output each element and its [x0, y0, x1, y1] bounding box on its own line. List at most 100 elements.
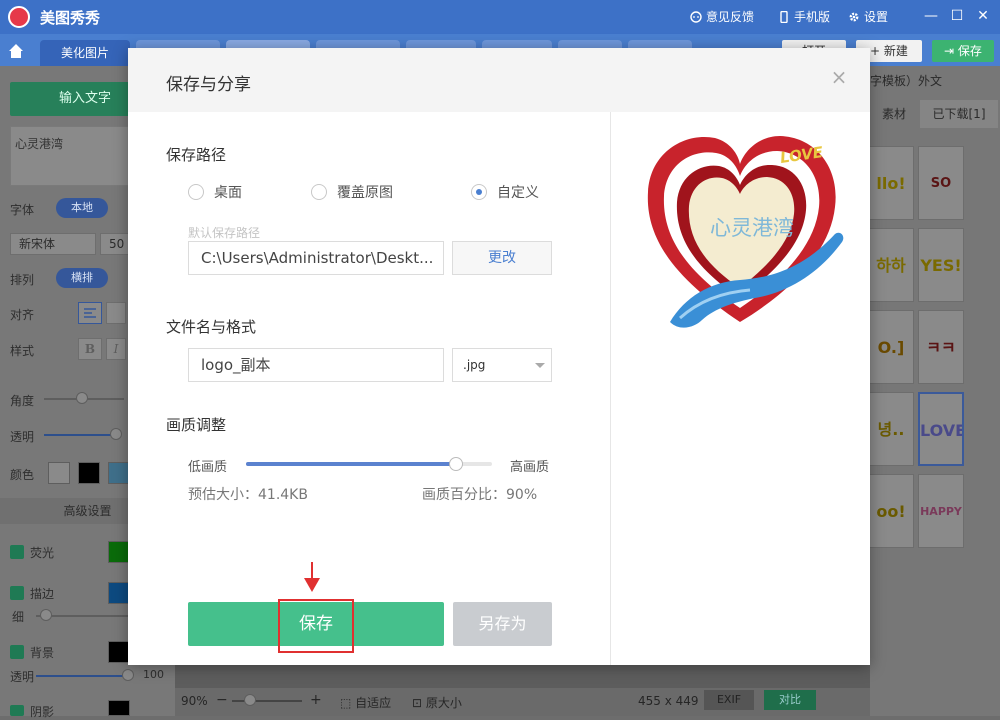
opacity-slider-knob[interactable] [110, 428, 122, 440]
top-save-label: 保存 [957, 44, 982, 58]
gear-icon [848, 11, 860, 23]
tab-downloaded[interactable]: 已下载[1] [920, 100, 998, 128]
feedback-link[interactable]: 意见反馈 [690, 8, 754, 25]
minimize-button[interactable]: — [920, 6, 942, 26]
maximize-button[interactable]: ☐ [946, 6, 968, 26]
save-path-title: 保存路径 [166, 146, 227, 164]
fit-button[interactable]: ⬚ 自适应 [340, 694, 391, 711]
color-label: 颜色 [10, 468, 35, 482]
opacity-label: 透明 [10, 430, 35, 444]
sticker-thumb[interactable]: 녕.. [868, 392, 914, 466]
change-path-button[interactable]: 更改 [452, 241, 552, 275]
align-label: 对齐 [10, 308, 35, 322]
stroke-color-swatch[interactable] [108, 582, 130, 604]
option-desktop[interactable]: 桌面 [188, 182, 242, 202]
sticker-thumb[interactable]: oo! [868, 474, 914, 548]
save-as-button[interactable]: 另存为 [453, 602, 552, 646]
plus-icon: + [870, 44, 884, 58]
original-size-label: 原大小 [425, 696, 462, 710]
sticker-thumb[interactable]: ㅋㅋㅋ [918, 310, 964, 384]
font-source-pill[interactable]: 本地 [56, 198, 108, 218]
sticker-thumb[interactable]: SO HOT [918, 146, 964, 220]
radio-desktop[interactable] [188, 184, 204, 200]
bold-button[interactable]: B [78, 338, 102, 360]
bg-opacity-slider-fill [36, 675, 126, 677]
template-category-label[interactable]: 字模板）外文 [870, 72, 1000, 89]
quality-percent: 画质百分比：90% [422, 487, 538, 503]
shadow-checkbox[interactable] [10, 705, 24, 716]
dialog-title: 保存与分享 [166, 75, 251, 95]
stroke-slider-knob[interactable] [40, 609, 52, 621]
italic-button[interactable]: I [106, 338, 126, 360]
shadow-color-swatch[interactable] [108, 700, 130, 716]
color-swatch-black[interactable] [78, 462, 100, 484]
quality-slider-fill [246, 462, 456, 466]
radio-overwrite[interactable] [311, 184, 327, 200]
save-share-dialog: 保存与分享 × 保存路径 桌面 覆盖原图 自定义 默认保存路径 C:\Users… [128, 48, 870, 665]
format-select-value: .jpg [463, 358, 486, 372]
filename-input[interactable]: logo_副本 [188, 348, 444, 382]
angle-slider-knob[interactable] [76, 392, 88, 404]
sticker-thumb[interactable]: HAPPY [918, 474, 964, 548]
feedback-label: 意见反馈 [706, 10, 755, 24]
top-save-button[interactable]: ⇥ 保存 [932, 40, 994, 62]
save-path-input[interactable]: C:\Users\Administrator\Deskt... [188, 241, 444, 275]
align-left-icon[interactable] [78, 302, 102, 324]
close-window-button[interactable]: ✕ [972, 6, 994, 26]
original-size-button[interactable]: ⊡ 原大小 [412, 694, 462, 711]
option-custom[interactable]: 自定义 [471, 182, 539, 202]
compare-button[interactable]: 对比 [764, 690, 816, 710]
settings-link[interactable]: 设置 [848, 8, 888, 25]
exif-button[interactable]: EXIF [704, 690, 754, 710]
tab-material[interactable]: 素材 [870, 100, 918, 128]
zoom-in-icon[interactable]: + [310, 692, 322, 708]
sticker-thumb[interactable]: llo! [868, 146, 914, 220]
color-swatch-white[interactable] [48, 462, 70, 484]
dialog-divider [610, 112, 611, 665]
font-name-select[interactable]: 新宋体 [10, 233, 96, 255]
home-icon[interactable] [4, 40, 28, 62]
original-size-icon: ⊡ [412, 696, 426, 710]
bg-opacity-slider-knob[interactable] [122, 669, 134, 681]
format-select[interactable]: .jpg [452, 348, 552, 382]
quality-slider-knob[interactable] [449, 457, 463, 471]
annotation-arrow-head [304, 578, 320, 592]
option-custom-label: 自定义 [497, 185, 539, 201]
zoom-slider-track[interactable] [232, 700, 302, 702]
zoom-slider-knob[interactable] [244, 694, 256, 706]
option-overwrite[interactable]: 覆盖原图 [311, 182, 393, 202]
background-label: 背景 [30, 646, 55, 660]
app-logo [8, 6, 30, 28]
radio-custom[interactable] [471, 184, 487, 200]
font-size-field[interactable]: 50 [100, 233, 130, 255]
mobile-link[interactable]: 手机版 [778, 8, 830, 25]
glow-color-swatch[interactable] [108, 541, 130, 563]
thin-label: 细 [12, 610, 25, 624]
layout-horizontal-pill[interactable]: 横排 [56, 268, 108, 288]
sticker-thumb-selected[interactable]: LOVE [918, 392, 964, 466]
glow-checkbox[interactable] [10, 545, 24, 559]
bg-opacity-label: 透明 [10, 670, 35, 684]
annotation-highlight-box [278, 599, 354, 653]
align-center-icon[interactable] [106, 302, 126, 324]
opacity-slider-fill [44, 434, 116, 436]
background-color-swatch[interactable] [108, 641, 130, 663]
sticker-thumb[interactable]: 하하 [868, 228, 914, 302]
layout-label: 排列 [10, 273, 35, 287]
new-label: 新建 [883, 44, 908, 58]
tab-beautify[interactable]: 美化图片 [40, 40, 130, 66]
color-swatch-blue[interactable] [108, 462, 130, 484]
font-label: 字体 [10, 203, 35, 217]
chevron-down-icon [535, 363, 545, 368]
preview-image: 心灵港湾 LOVE [640, 122, 850, 342]
style-label: 样式 [10, 344, 35, 358]
zoom-out-icon[interactable]: − [216, 692, 228, 708]
sticker-thumb[interactable]: O.] [868, 310, 914, 384]
close-icon[interactable]: × [830, 67, 848, 87]
background-checkbox[interactable] [10, 645, 24, 659]
filename-format-title: 文件名与格式 [166, 318, 257, 336]
stroke-checkbox[interactable] [10, 586, 24, 600]
estimated-size: 预估大小：41.4KB [188, 487, 308, 503]
sticker-thumb[interactable]: YES! [918, 228, 964, 302]
zoom-value: 90% [181, 694, 208, 708]
